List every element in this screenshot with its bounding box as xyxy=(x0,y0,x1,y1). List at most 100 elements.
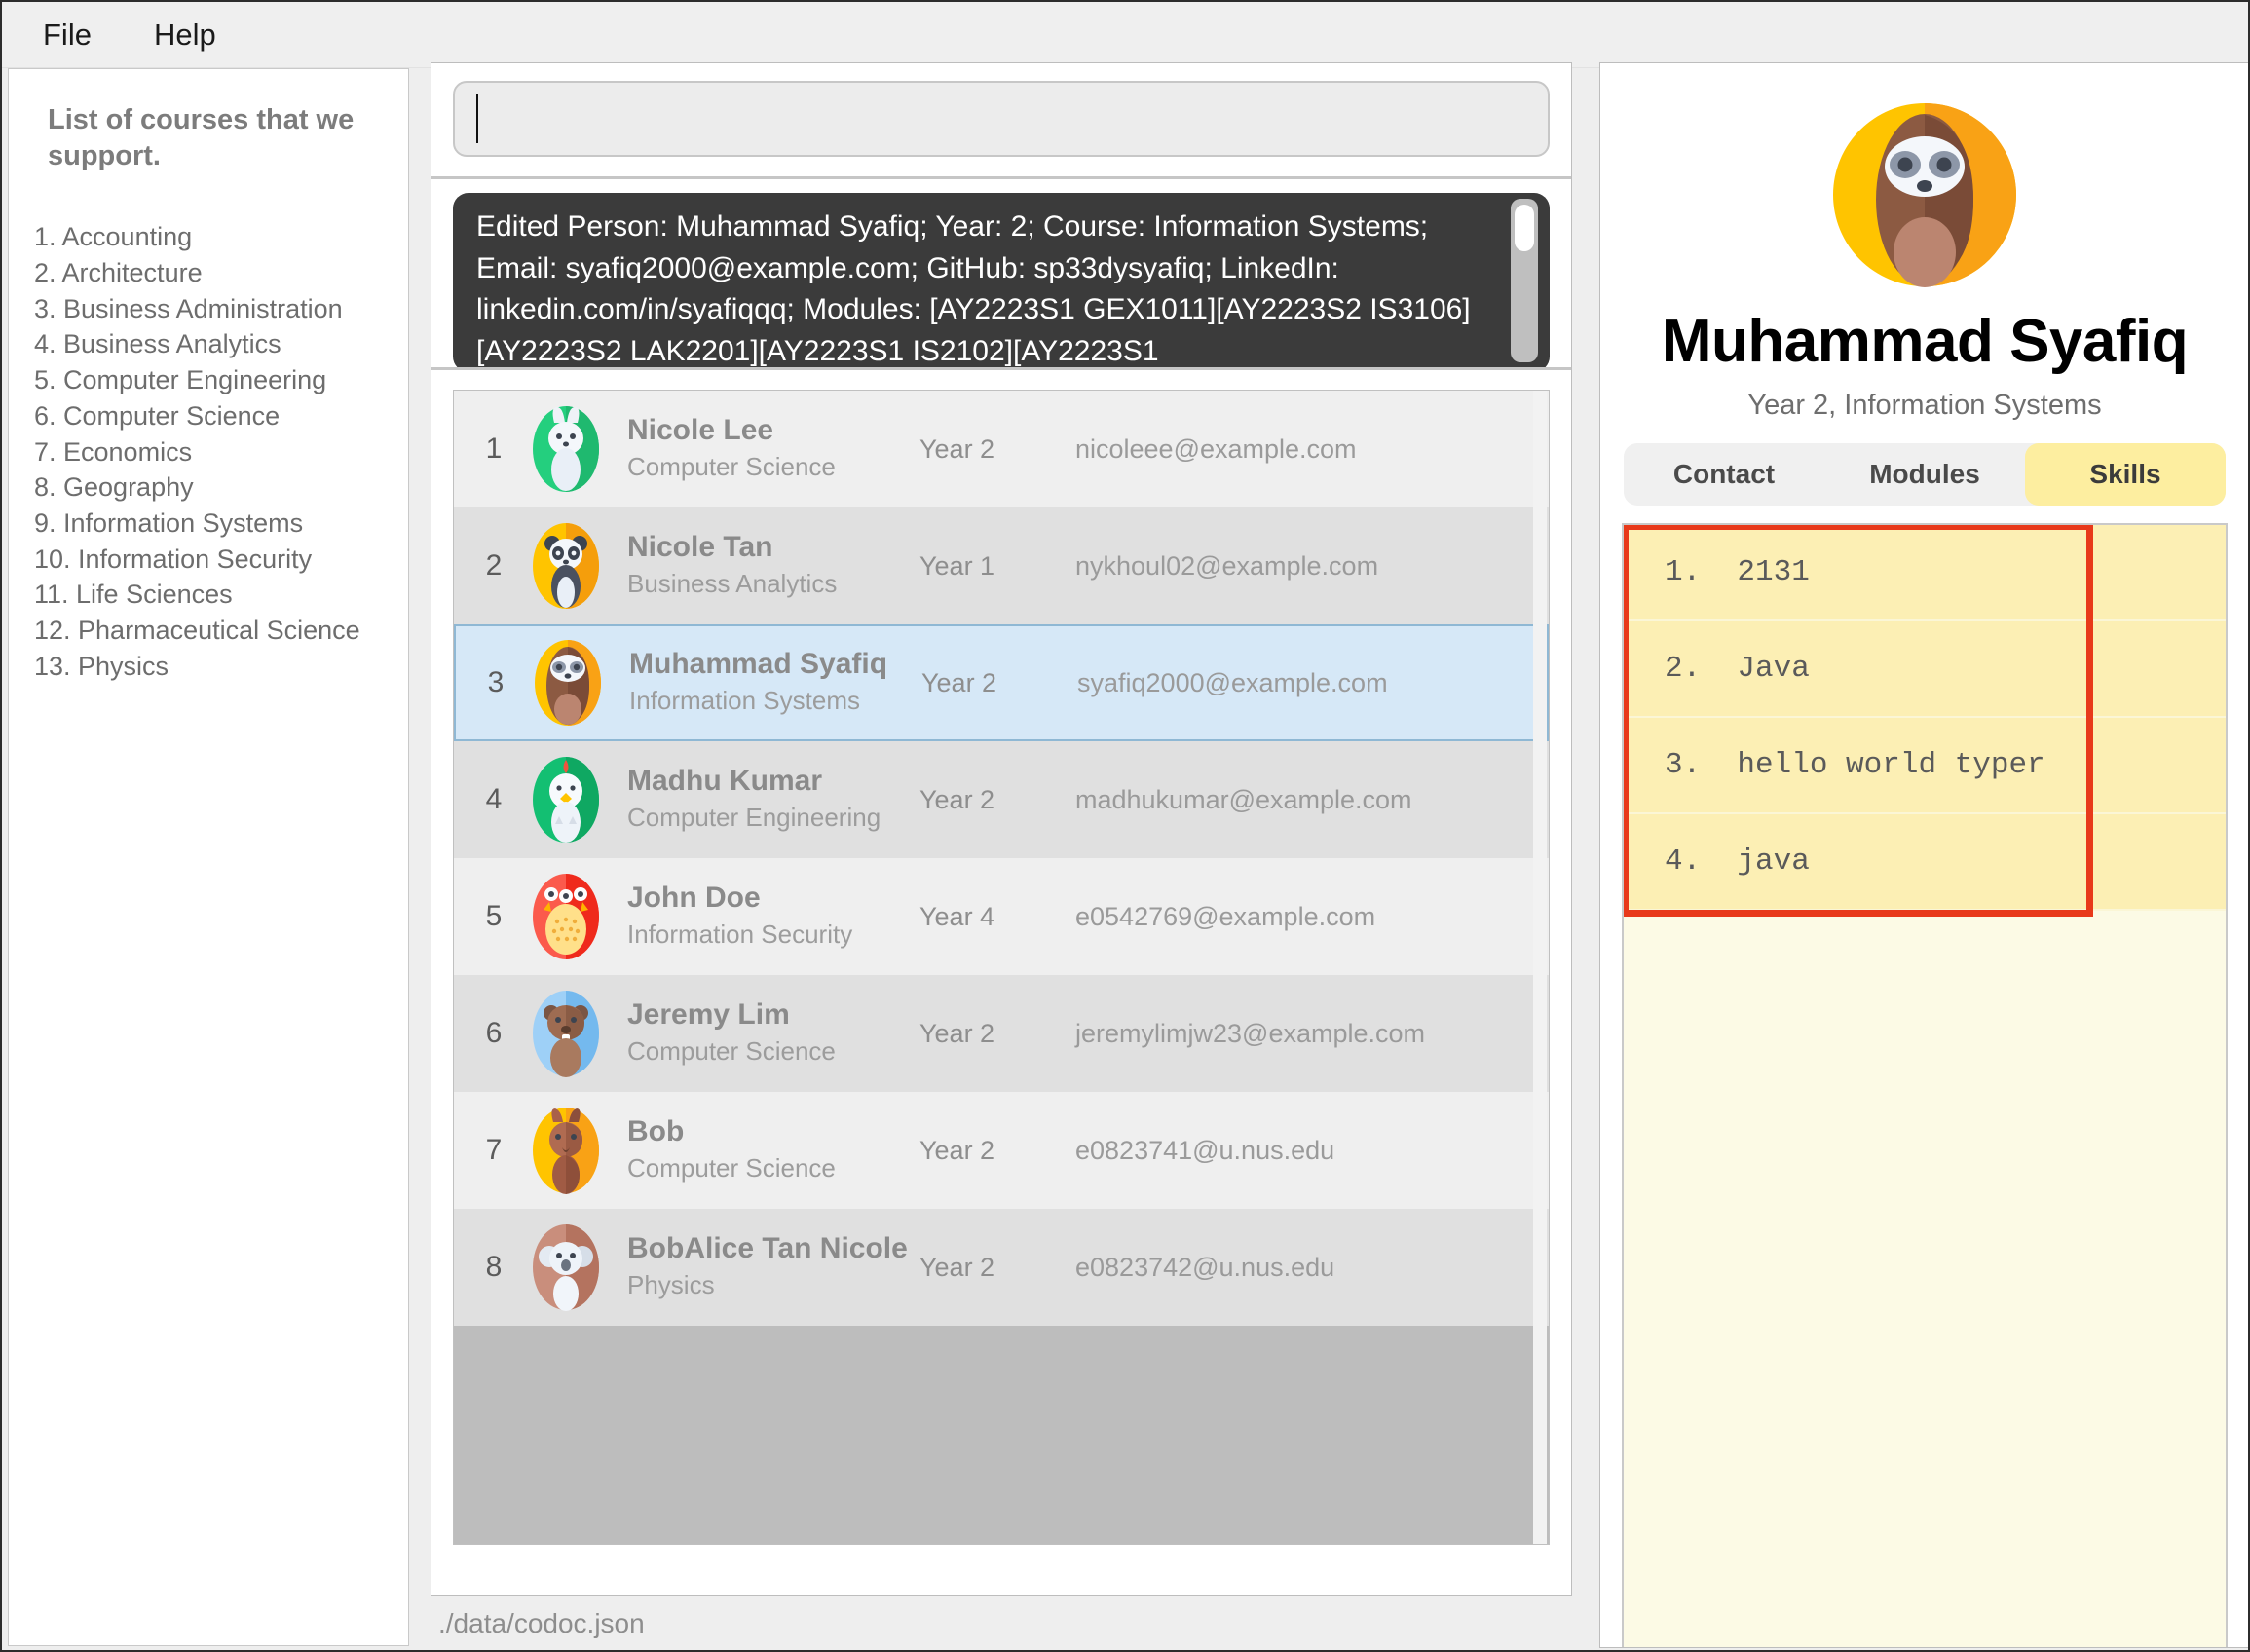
row-year: Year 2 xyxy=(919,1018,995,1048)
row-year: Year 1 xyxy=(919,550,995,581)
course-list-item: 6. Computer Science xyxy=(34,400,281,431)
table-row-selected[interactable]: 3 Muhammad Syafiq Information Systems Ye… xyxy=(454,624,1549,741)
row-email: nicoleee@example.com xyxy=(1075,433,1357,464)
row-name: Madhu Kumar xyxy=(627,765,823,798)
row-person-info: Madhu Kumar Computer Engineering xyxy=(627,765,919,834)
courses-list: 1. Accounting 2. Architecture 3. Busines… xyxy=(34,219,387,684)
row-name: BobAlice Tan Nicole xyxy=(627,1232,908,1265)
course-list-item: 12. Pharmaceutical Science xyxy=(34,616,360,646)
status-bar-file-path: ./data/codoc.json xyxy=(438,1608,645,1638)
table-row[interactable]: 5 John Doe Information Security Year 4 e… xyxy=(454,858,1549,975)
status-bar: ./data/codoc.json xyxy=(431,1599,1572,1648)
menu-bar: File Help xyxy=(2,2,2248,68)
row-person-info: Nicole Tan Business Analytics xyxy=(627,531,919,600)
table-row[interactable]: 4 Madhu Kumar Computer Engineering Year … xyxy=(454,741,1549,858)
course-list-item: 8. Geography xyxy=(34,472,194,503)
row-email: madhukumar@example.com xyxy=(1075,784,1412,814)
row-person-info: John Doe Information Security xyxy=(627,882,919,951)
avatar xyxy=(530,639,606,727)
result-display: Edited Person: Muhammad Syafiq; Year: 2;… xyxy=(453,193,1550,367)
person-list: 1 Nicole Lee Computer Science Year 2 nic… xyxy=(453,390,1550,1545)
course-list-item: 11. Life Sciences xyxy=(34,580,233,610)
row-person-info: Bob Computer Science xyxy=(627,1115,919,1184)
row-year: Year 2 xyxy=(919,784,995,814)
table-row[interactable]: 8 BobAlice Tan Nicole Physics Year 2 e08… xyxy=(454,1209,1549,1326)
row-name: John Doe xyxy=(627,882,761,915)
row-course: Business Analytics xyxy=(627,568,838,598)
row-course: Information Security xyxy=(627,919,853,949)
profile-tabs: Contact Modules Skills xyxy=(1624,443,2226,506)
row-year: Year 2 xyxy=(921,667,997,697)
avatar xyxy=(528,1223,604,1311)
skill-list-item: 1. 2131 xyxy=(1624,525,2226,621)
skills-list: 1. 2131 2. Java 3. hello world typer 4. … xyxy=(1622,523,2228,1647)
table-row[interactable]: 2 Nicole Tan Business Analytics Year 1 n… xyxy=(454,507,1549,624)
table-row[interactable]: 1 Nicole Lee Computer Science Year 2 nic… xyxy=(454,391,1549,507)
command-area xyxy=(431,63,1571,179)
course-list-item: 1. Accounting xyxy=(34,222,193,252)
table-row[interactable]: 6 Jeremy Lim Computer Science Year 2 jer… xyxy=(454,975,1549,1092)
row-email: nykhoul02@example.com xyxy=(1075,550,1379,581)
row-name: Nicole Lee xyxy=(627,414,774,447)
result-scrollbar[interactable] xyxy=(1511,199,1538,362)
row-year: Year 2 xyxy=(919,433,995,464)
avatar xyxy=(528,522,604,610)
menu-item-help[interactable]: Help xyxy=(144,14,226,56)
avatar xyxy=(528,990,604,1077)
table-row[interactable]: 7 Bob Computer Science Year 2 e0823741@u… xyxy=(454,1092,1549,1209)
skill-list-item: 3. hello world typer xyxy=(1624,718,2226,814)
avatar xyxy=(528,756,604,844)
course-list-item: 7. Economics xyxy=(34,436,193,467)
profile-name: Muhammad Syafiq xyxy=(1661,308,2189,375)
row-index: 6 xyxy=(485,1017,503,1049)
row-name: Bob xyxy=(627,1115,685,1148)
row-email: e0542769@example.com xyxy=(1075,901,1376,931)
row-index: 3 xyxy=(487,666,505,698)
row-course: Information Systems xyxy=(629,685,860,715)
courses-panel-title: List of courses that we support. xyxy=(48,104,355,172)
profile-avatar xyxy=(1828,98,2021,291)
application-window: File Help List of courses that we suppor… xyxy=(0,0,2250,1652)
course-list-item: 13. Physics xyxy=(34,651,169,681)
result-scrollbar-thumb[interactable] xyxy=(1515,205,1534,251)
row-name: Nicole Tan xyxy=(627,531,773,564)
tab-modules[interactable]: Modules xyxy=(1824,443,2025,506)
row-name: Muhammad Syafiq xyxy=(629,648,888,681)
row-email: e0823741@u.nus.edu xyxy=(1075,1135,1335,1165)
row-year: Year 4 xyxy=(919,901,995,931)
main-panel: Edited Person: Muhammad Syafiq; Year: 2;… xyxy=(431,62,1572,1596)
row-index: 5 xyxy=(485,900,503,932)
row-course: Computer Engineering xyxy=(627,802,881,832)
row-course: Computer Science xyxy=(627,1152,836,1183)
row-course: Physics xyxy=(627,1269,715,1299)
tab-contact[interactable]: Contact xyxy=(1624,443,1824,506)
skill-list-item: 4. java xyxy=(1624,814,2226,911)
menu-item-file[interactable]: File xyxy=(33,14,101,56)
text-cursor-icon xyxy=(476,94,478,143)
course-list-item: 5. Computer Engineering xyxy=(34,365,327,395)
person-list-scrollbar[interactable] xyxy=(1533,391,1547,1544)
course-list-item: 3. Business Administration xyxy=(34,293,343,323)
row-index: 2 xyxy=(485,549,503,582)
avatar xyxy=(528,873,604,960)
row-email: syafiq2000@example.com xyxy=(1077,667,1388,697)
avatar xyxy=(528,1107,604,1194)
profile-subtitle: Year 2, Information Systems xyxy=(1747,390,2102,421)
profile-panel: Muhammad Syafiq Year 2, Information Syst… xyxy=(1599,62,2248,1648)
tab-skills[interactable]: Skills xyxy=(2025,443,2226,506)
row-index: 7 xyxy=(485,1134,503,1166)
courses-panel: List of courses that we support. 1. Acco… xyxy=(8,68,409,1646)
skill-list-item: 2. Java xyxy=(1624,621,2226,718)
row-person-info: Jeremy Lim Computer Science xyxy=(627,998,919,1068)
row-index: 1 xyxy=(485,432,503,465)
row-index: 8 xyxy=(485,1251,503,1283)
course-list-item: 2. Architecture xyxy=(34,257,203,287)
command-input[interactable] xyxy=(453,81,1550,157)
row-course: Computer Science xyxy=(627,451,836,481)
row-name: Jeremy Lim xyxy=(627,998,790,1032)
row-index: 4 xyxy=(485,783,503,815)
avatar xyxy=(528,405,604,493)
row-year: Year 2 xyxy=(919,1135,995,1165)
row-course: Computer Science xyxy=(627,1035,836,1066)
row-email: e0823742@u.nus.edu xyxy=(1075,1252,1335,1282)
